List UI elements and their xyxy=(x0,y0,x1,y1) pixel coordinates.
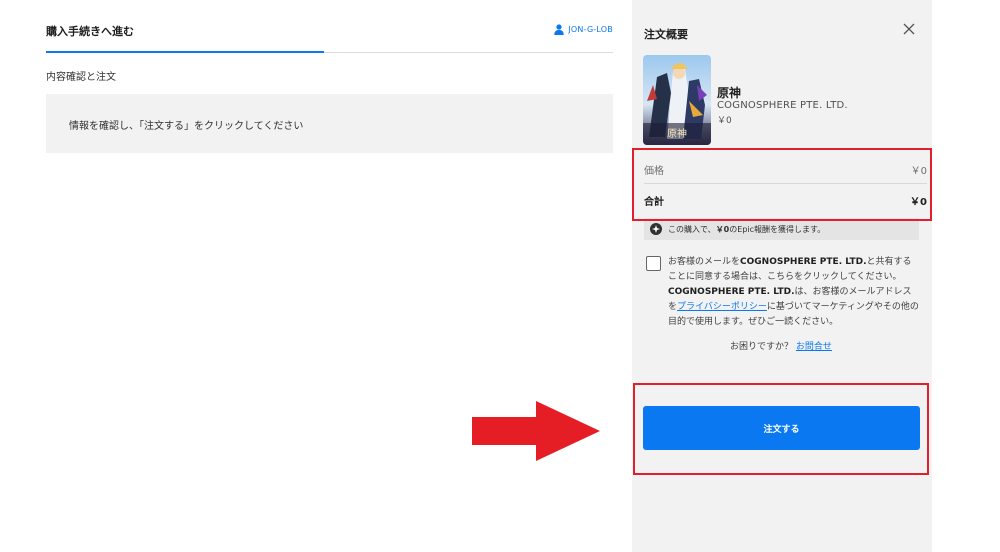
summary-title: 注文概要 xyxy=(644,28,688,41)
user-account[interactable]: JON-G-LOB xyxy=(554,24,613,35)
game-cover-image: 原神 xyxy=(643,55,711,145)
help-text: お困りですか？ xyxy=(730,342,794,352)
contact-link[interactable]: お問合せ xyxy=(796,342,832,352)
checkout-header: 購入手続きへ進む JON-G-LOB xyxy=(46,0,613,53)
user-name: JON-G-LOB xyxy=(568,25,613,34)
game-name: 原神 xyxy=(717,86,742,100)
checkout-title: 購入手続きへ進む xyxy=(46,25,134,38)
privacy-policy-link[interactable]: プライバシーポリシー xyxy=(677,302,767,312)
game-publisher: COGNOSPHERE PTE. LTD. xyxy=(717,100,848,111)
reward-icon xyxy=(650,223,662,235)
active-step-indicator xyxy=(46,51,324,53)
arrow-annotation-icon xyxy=(472,401,600,461)
price-highlight-box xyxy=(632,148,932,221)
info-message: 情報を確認し、「注文する」をクリックしてください xyxy=(69,121,304,132)
game-price: ￥0 xyxy=(717,116,732,126)
email-consent-checkbox[interactable] xyxy=(646,256,661,271)
section-title: 内容確認と注文 xyxy=(46,72,116,83)
info-box: 情報を確認し、「注文する」をクリックしてください xyxy=(46,94,613,153)
help-line: お困りですか？ お問合せ xyxy=(730,339,832,352)
reward-banner: この購入で、￥0のEpic報酬を獲得します。 xyxy=(644,218,919,240)
close-icon[interactable] xyxy=(902,22,916,36)
order-button-highlight-box xyxy=(633,383,929,475)
user-icon xyxy=(554,24,565,35)
game-cover-logo: 原神 xyxy=(667,127,687,140)
reward-text: この購入で、￥0のEpic報酬を獲得します。 xyxy=(668,224,826,234)
email-consent-text: お客様のメールをCOGNOSPHERE PTE. LTD.と共有することに同意す… xyxy=(668,257,919,327)
